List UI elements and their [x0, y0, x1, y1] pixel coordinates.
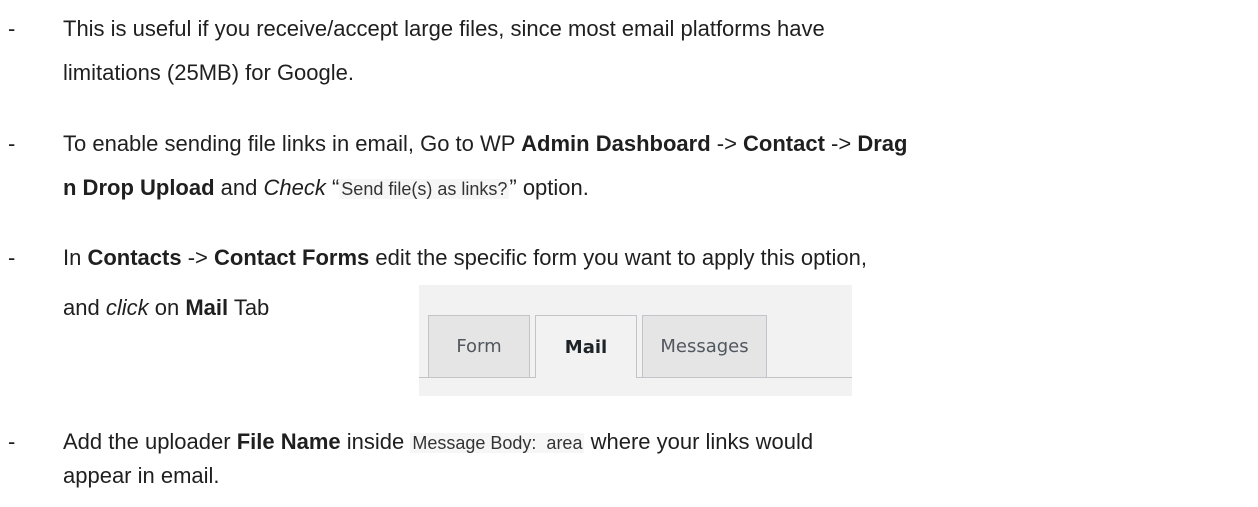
tab-form[interactable]: Form — [428, 315, 530, 377]
message-body-code: Message Body: area — [410, 433, 585, 453]
bullet-dash: - — [8, 131, 16, 156]
italic-check: Check — [263, 175, 326, 200]
bold-mail: Mail — [185, 295, 229, 320]
bullet-dash: - — [8, 429, 16, 454]
text: and — [214, 175, 264, 200]
text: and — [63, 295, 106, 320]
bullet-dash: - — [8, 245, 16, 270]
option-label-code: Send file(s) as links? — [339, 179, 510, 199]
tab-messages[interactable]: Messages — [642, 315, 767, 377]
text: where your links would — [584, 429, 814, 454]
paragraph-line: To enable sending file links in email, G… — [63, 126, 907, 162]
text: Add the uploader — [63, 429, 237, 454]
paragraph-line: Add the uploader File Name inside Messag… — [63, 424, 813, 461]
bold-contact: Contact — [743, 131, 825, 156]
bold-drag: Drag — [857, 131, 908, 156]
text: In — [63, 245, 88, 270]
text: appear in email. — [63, 463, 220, 488]
bullet-dash: - — [8, 16, 16, 41]
text: “ — [325, 175, 340, 200]
bold-drop-upload: n Drop Upload — [63, 175, 215, 200]
bold-file-name: File Name — [236, 429, 341, 454]
paragraph-line: appear in email. — [63, 458, 220, 494]
text: on — [148, 295, 186, 320]
paragraph-line: In Contacts -> Contact Forms edit the sp… — [63, 240, 867, 276]
bold-contact-forms: Contact Forms — [214, 245, 370, 270]
paragraph-line: n Drop Upload and Check “Send file(s) as… — [63, 170, 589, 207]
text: To enable sending file links in email, G… — [63, 131, 522, 156]
paragraph-line: This is useful if you receive/accept lar… — [63, 11, 825, 47]
text: This is useful if you receive/accept lar… — [63, 16, 825, 41]
bold-admin-dashboard: Admin Dashboard — [521, 131, 711, 156]
text: limitations (25MB) for Google. — [63, 60, 354, 85]
tab-mail[interactable]: Mail — [535, 315, 637, 378]
text: edit the specific form you want to apply… — [369, 245, 867, 270]
italic-click: click — [105, 295, 149, 320]
paragraph-line: limitations (25MB) for Google. — [63, 55, 354, 91]
tab-bar-screenshot: Form Mail Messages — [419, 285, 852, 396]
paragraph-line: and click on Mail Tab — [63, 290, 269, 326]
text: Tab — [228, 295, 270, 320]
text: inside — [340, 429, 411, 454]
text: ” option. — [509, 175, 589, 200]
text: -> — [710, 131, 744, 156]
text: -> — [181, 245, 214, 270]
text: -> — [824, 131, 858, 156]
bold-contacts: Contacts — [87, 245, 182, 270]
